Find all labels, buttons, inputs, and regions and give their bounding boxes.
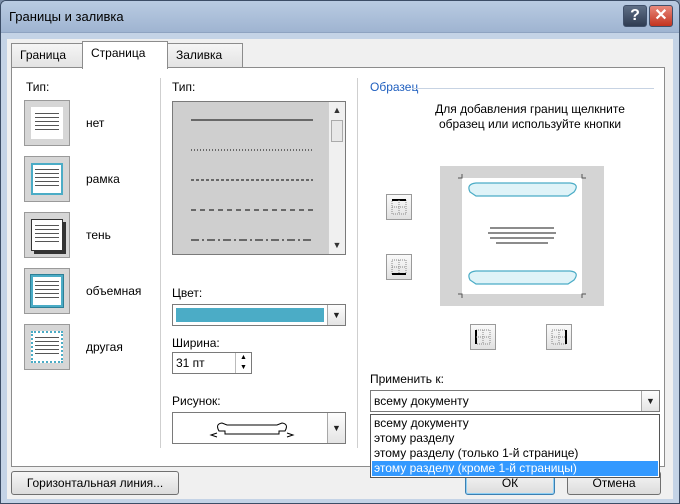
- horizontal-line-button[interactable]: Горизонтальная линия...: [11, 471, 179, 495]
- tab-page-border[interactable]: Страница: [82, 41, 168, 69]
- preview-instruction: Для добавления границ щелкните образец и…: [435, 102, 625, 131]
- preset-none[interactable]: [24, 100, 70, 146]
- title-bar: Границы и заливка ? ✕: [1, 1, 679, 33]
- right-border-icon: [551, 329, 567, 345]
- preset-none-label: нет: [86, 116, 105, 130]
- preset-box[interactable]: [24, 156, 70, 202]
- borders-and-shading-dialog: Границы и заливка ? ✕ Граница Страница З…: [0, 0, 680, 504]
- dialog-client: Граница Страница Заливка Тип: нет рамка …: [7, 39, 673, 499]
- line-style-list[interactable]: ▲ ▼: [172, 101, 346, 255]
- left-border-icon: [475, 329, 491, 345]
- color-select[interactable]: ▼: [172, 304, 346, 326]
- right-divider: [357, 78, 358, 448]
- left-divider: [160, 78, 161, 448]
- preview-heading-line: [412, 88, 654, 89]
- style-label: Тип:: [172, 80, 196, 94]
- apply-option-whole-document[interactable]: всему документу: [372, 416, 658, 431]
- top-border-icon: [391, 199, 407, 215]
- width-value: 31 пт: [176, 356, 205, 370]
- scroll-thumb[interactable]: [331, 120, 343, 142]
- banner-art-icon: [209, 422, 295, 438]
- left-border-button[interactable]: [470, 324, 496, 350]
- apply-to-label: Применить к:: [370, 372, 444, 386]
- apply-to-select[interactable]: всему документу ▼: [370, 390, 660, 412]
- box-border-icon: [35, 169, 59, 189]
- apply-option-first-page-only[interactable]: этому разделу (только 1-й странице): [372, 446, 658, 461]
- scroll-up-arrow-icon[interactable]: ▲: [332, 105, 342, 115]
- apply-to-chevron-down-icon[interactable]: ▼: [641, 391, 659, 411]
- apply-option-this-section[interactable]: этому разделу: [372, 431, 658, 446]
- scroll-down-arrow-icon[interactable]: ▼: [332, 240, 342, 250]
- apply-to-dropdown-list[interactable]: всему документу этому разделу этому разд…: [370, 414, 660, 478]
- width-label: Ширина:: [172, 336, 220, 350]
- help-button[interactable]: ?: [623, 5, 647, 27]
- 3d-border-icon: [35, 281, 59, 301]
- art-chevron-down-icon[interactable]: ▼: [327, 413, 345, 443]
- no-border-icon: [35, 113, 59, 133]
- tab-shading[interactable]: Заливка: [167, 43, 243, 67]
- color-swatch: [176, 308, 324, 322]
- preset-shadow[interactable]: [24, 212, 70, 258]
- bottom-border-icon: [391, 259, 407, 275]
- color-chevron-down-icon[interactable]: ▼: [327, 305, 345, 325]
- tab-panel: Тип: нет рамка тень объемная другая Тип:…: [11, 67, 665, 478]
- shadow-border-icon: [35, 225, 59, 245]
- top-border-button[interactable]: [386, 194, 412, 220]
- window-title: Границы и заливка: [9, 9, 124, 24]
- preset-shadow-label: тень: [86, 228, 111, 242]
- preset-custom[interactable]: [24, 324, 70, 370]
- art-label: Рисунок:: [172, 394, 221, 408]
- preview-border-art-icon: [458, 174, 586, 298]
- line-style-options[interactable]: [173, 102, 328, 254]
- preset-box-label: рамка: [86, 172, 120, 186]
- tab-borders[interactable]: Граница: [11, 43, 83, 67]
- apply-to-value: всему документу: [374, 394, 469, 408]
- color-label: Цвет:: [172, 286, 203, 300]
- width-spinner[interactable]: 31 пт ▲ ▼: [172, 352, 252, 374]
- preset-3d[interactable]: [24, 268, 70, 314]
- custom-border-icon: [35, 337, 59, 357]
- apply-option-except-first-page[interactable]: этому разделу (кроме 1-й страницы): [372, 461, 658, 476]
- bottom-border-button[interactable]: [386, 254, 412, 280]
- right-border-button[interactable]: [546, 324, 572, 350]
- close-button[interactable]: ✕: [649, 5, 673, 27]
- line-style-scrollbar[interactable]: ▲ ▼: [328, 102, 345, 254]
- preset-custom-label: другая: [86, 340, 123, 354]
- preset-3d-label: объемная: [86, 284, 142, 298]
- setting-label: Тип:: [26, 80, 50, 94]
- spin-down-icon[interactable]: ▼: [235, 363, 251, 373]
- spin-up-icon[interactable]: ▲: [235, 353, 251, 363]
- preview-area[interactable]: [440, 166, 604, 306]
- preview-heading: Образец: [370, 80, 419, 94]
- art-select[interactable]: ▼: [172, 412, 346, 444]
